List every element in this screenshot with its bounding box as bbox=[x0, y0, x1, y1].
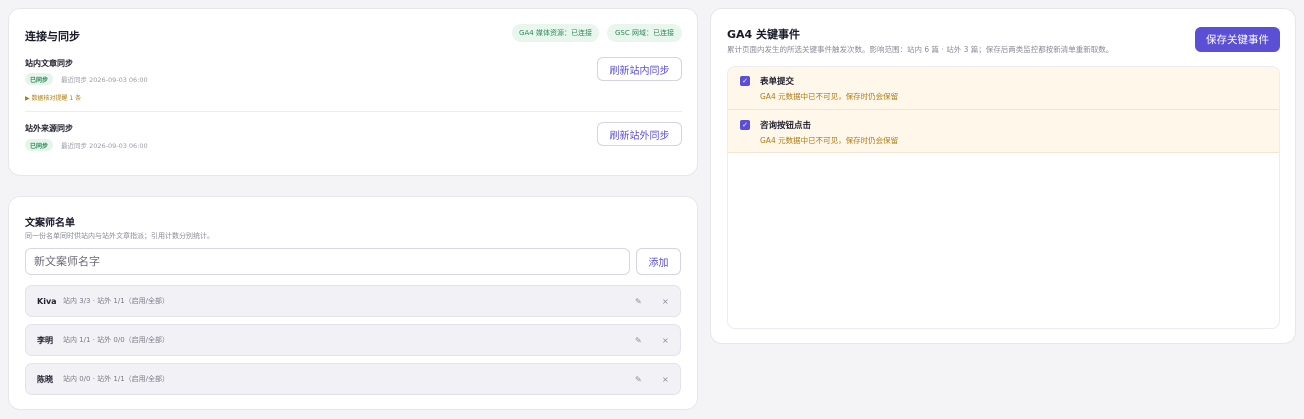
close-icon[interactable]: × bbox=[662, 375, 669, 384]
event-item: ✓ 表单提交 GA4 元数据中已不可见，保存时仍会保留 bbox=[728, 67, 1279, 110]
new-writer-input[interactable] bbox=[25, 248, 630, 275]
writer-name: Kiva bbox=[37, 296, 57, 306]
event-checkbox[interactable]: ✓ bbox=[740, 120, 750, 130]
pencil-icon[interactable]: ✎ bbox=[635, 375, 642, 384]
writer-row: 陈晓 站内 0/0 · 站外 1/1（启用/全部） ✎ × bbox=[25, 363, 681, 395]
data-check-warning[interactable]: ▶ 数据核对提醒 1 条 bbox=[25, 93, 81, 102]
ga4-status-badge: GA4 媒体资源：已连接 bbox=[512, 24, 599, 42]
sync-title: 连接与同步 bbox=[25, 30, 80, 43]
event-checkbox[interactable]: ✓ bbox=[740, 76, 750, 86]
external-last-sync: 最近同步 2026-09-03 06:00 bbox=[61, 142, 148, 150]
close-icon[interactable]: × bbox=[662, 297, 669, 306]
ga4-title: GA4 关键事件 bbox=[727, 28, 801, 41]
ga4-events-card: GA4 关键事件 累计页面内发生的所选关键事件触发次数。影响范围：站内 6 篇 … bbox=[710, 8, 1296, 344]
writer-stats: 站内 3/3 · 站外 1/1（启用/全部） bbox=[63, 297, 170, 305]
writer-name: 陈晓 bbox=[37, 374, 53, 384]
add-writer-button[interactable]: 添加 bbox=[636, 248, 681, 275]
events-list: ✓ 表单提交 GA4 元数据中已不可见，保存时仍会保留 ✓ 咨询按钮点击 GA4… bbox=[727, 66, 1280, 329]
external-sync-label: 站外来源同步 bbox=[25, 124, 73, 133]
refresh-external-button[interactable]: 刷新站外同步 bbox=[597, 122, 682, 146]
event-name: 表单提交 bbox=[760, 77, 795, 87]
sync-card: 连接与同步 GA4 媒体资源：已连接 GSC 网域：已连接 站内文章同步 已同步… bbox=[8, 8, 698, 176]
internal-sync-badge: 已同步 bbox=[25, 73, 54, 85]
writers-card: 文案师名单 同一份名单同时供站内与站外文章指派；引用计数分别统计。 添加 Kiv… bbox=[8, 196, 698, 410]
writer-stats: 站内 0/0 · 站外 1/1（启用/全部） bbox=[63, 375, 170, 383]
writer-row: 李明 站内 1/1 · 站外 0/0（启用/全部） ✎ × bbox=[25, 324, 681, 356]
internal-last-sync: 最近同步 2026-09-03 06:00 bbox=[61, 76, 148, 84]
close-icon[interactable]: × bbox=[662, 336, 669, 345]
gsc-status-badge: GSC 网域：已连接 bbox=[607, 24, 682, 42]
pencil-icon[interactable]: ✎ bbox=[635, 297, 642, 306]
writer-stats: 站内 1/1 · 站外 0/0（启用/全部） bbox=[63, 336, 170, 344]
event-name: 咨询按钮点击 bbox=[760, 121, 812, 131]
internal-sync-meta: 已同步 最近同步 2026-09-03 06:00 bbox=[25, 73, 148, 85]
writer-row: Kiva 站内 3/3 · 站外 1/1（启用/全部） ✎ × bbox=[25, 285, 681, 317]
writers-subtitle: 同一份名单同时供站内与站外文章指派；引用计数分别统计。 bbox=[25, 232, 214, 240]
event-item: ✓ 咨询按钮点击 GA4 元数据中已不可见，保存时仍会保留 bbox=[728, 110, 1279, 153]
writers-title: 文案师名单 bbox=[25, 218, 75, 229]
refresh-internal-button[interactable]: 刷新站内同步 bbox=[597, 57, 682, 81]
sync-divider bbox=[25, 111, 682, 112]
event-note: GA4 元数据中已不可见，保存时仍会保留 bbox=[760, 136, 899, 145]
external-sync-meta: 已同步 最近同步 2026-09-03 06:00 bbox=[25, 139, 148, 151]
save-events-button[interactable]: 保存关键事件 bbox=[1195, 27, 1280, 52]
pencil-icon[interactable]: ✎ bbox=[635, 336, 642, 345]
ga4-subtitle: 累计页面内发生的所选关键事件触发次数。影响范围：站内 6 篇 · 站外 3 篇；… bbox=[727, 45, 1114, 54]
event-note: GA4 元数据中已不可见，保存时仍会保留 bbox=[760, 92, 899, 101]
internal-sync-label: 站内文章同步 bbox=[25, 59, 73, 68]
writer-name: 李明 bbox=[37, 335, 53, 345]
external-sync-badge: 已同步 bbox=[25, 139, 54, 151]
